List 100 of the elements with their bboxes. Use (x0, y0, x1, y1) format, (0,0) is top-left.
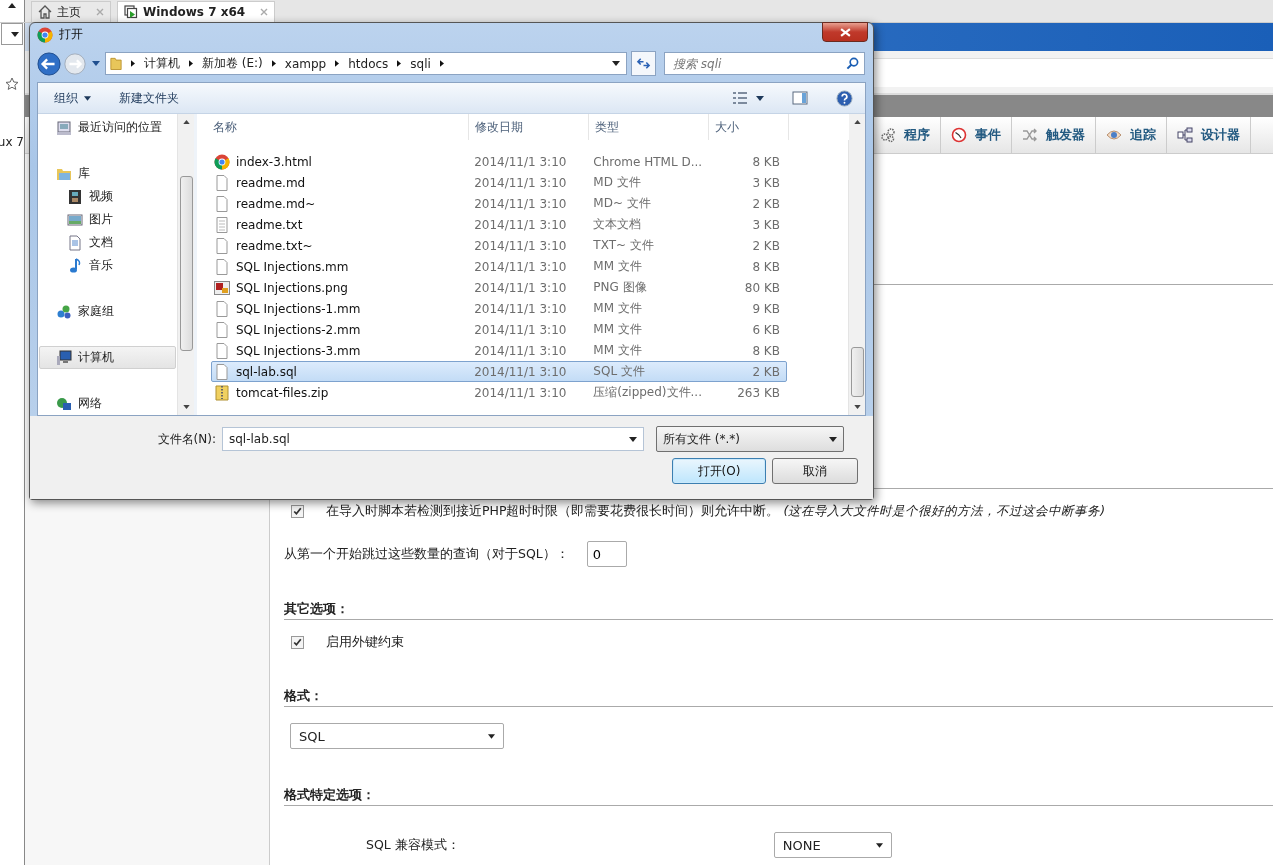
scrollbar[interactable] (848, 114, 865, 416)
chevron-icon[interactable] (131, 60, 135, 68)
file-row[interactable]: SQL Injections-2.mm 2014/11/1 3:10 MM 文件 6 KB (211, 319, 787, 341)
file-row[interactable]: sql-lab.sql 2014/11/1 3:10 SQL 文件 2 KB (211, 361, 787, 383)
nav-item[interactable]: 最近访问的位置 (39, 116, 176, 140)
dialog-title: 打开 (59, 26, 83, 44)
close-button[interactable] (822, 22, 868, 42)
vm-icon (124, 5, 138, 19)
filename-field[interactable]: sql-lab.sql (222, 427, 644, 452)
folder-icon (110, 56, 122, 72)
nav-tab[interactable]: 设计器 (1167, 117, 1251, 153)
help-icon[interactable] (836, 89, 853, 107)
homegroup-icon (56, 303, 72, 320)
organize-button[interactable]: 组织 (54, 89, 91, 107)
filename-label: 文件名(N): (156, 430, 217, 448)
search-icon (846, 57, 859, 71)
compat-select[interactable]: NONE (773, 832, 892, 858)
nav-tab[interactable]: 追踪 (1096, 117, 1167, 153)
dropdown[interactable] (1, 23, 23, 45)
nav-tab[interactable]: 触发器 (1012, 117, 1096, 153)
scroll-up-icon[interactable] (853, 120, 861, 125)
section-heading: 格式特定选项： (284, 786, 376, 804)
caret-icon (629, 436, 637, 442)
new-folder-button[interactable]: 新建文件夹 (119, 89, 179, 107)
scroll-down-icon[interactable] (182, 405, 190, 410)
nav-item[interactable]: 文档 (39, 231, 176, 255)
file-row[interactable]: readme.md 2014/11/1 3:10 MD 文件 3 KB (211, 172, 787, 194)
zip-file-icon (214, 384, 230, 401)
column-header[interactable]: 名称 (197, 114, 469, 141)
file-row[interactable]: readme.txt 2014/11/1 3:10 文本文档 3 KB (211, 214, 787, 236)
refresh-button[interactable] (631, 51, 656, 77)
file-row[interactable]: readme.md~ 2014/11/1 3:10 MD~ 文件 2 KB (211, 193, 787, 215)
recent-places-icon (56, 119, 72, 136)
chevron-icon[interactable] (335, 60, 340, 68)
picture-icon (67, 211, 83, 228)
chevron-icon[interactable] (439, 60, 444, 68)
gears-icon (880, 127, 896, 143)
caret-icon (488, 733, 495, 739)
chevron-icon[interactable] (189, 60, 193, 68)
caret-icon (84, 95, 91, 101)
caret-icon[interactable] (8, 3, 16, 8)
view-list-icon[interactable] (732, 91, 748, 106)
file-icon (214, 237, 230, 254)
document-icon (67, 234, 83, 251)
file-icon (214, 342, 230, 359)
chrome-icon (37, 26, 53, 43)
nav-item[interactable]: 家庭组 (39, 300, 176, 324)
close-icon (839, 27, 851, 37)
browser-tab[interactable]: Windows 7 x64 (117, 1, 276, 22)
number-field[interactable]: 0 (586, 541, 627, 567)
file-row[interactable]: SQL Injections.mm 2014/11/1 3:10 MM 文件 8 KB (211, 256, 787, 278)
scroll-up-icon[interactable] (182, 120, 190, 125)
scroll-down-icon[interactable] (853, 405, 861, 410)
column-header[interactable]: 修改日期 (469, 114, 589, 141)
scrollbar[interactable] (177, 114, 194, 416)
eye-icon (1106, 127, 1122, 143)
file-row[interactable]: readme.txt~ 2014/11/1 3:10 TXT~ 文件 2 KB (211, 235, 787, 257)
scroll-thumb[interactable] (850, 347, 864, 398)
back-button[interactable] (37, 51, 61, 76)
breadcrumb[interactable]: xampp (284, 56, 327, 71)
caret-icon (829, 436, 837, 442)
breadcrumb[interactable]: sqli (410, 56, 431, 71)
browser-tab[interactable]: 主页 (31, 1, 111, 22)
nav-tab[interactable]: 事件 (941, 117, 1012, 153)
open-button[interactable]: 打开(O) (672, 458, 766, 485)
chevron-icon[interactable] (271, 60, 276, 68)
clock-icon (951, 127, 967, 143)
file-row[interactable]: tomcat-files.zip 2014/11/1 3:10 压缩(zipped)文件... 263 KB (211, 382, 787, 404)
file-icon (214, 195, 230, 212)
nav-item[interactable]: 网络 (39, 392, 176, 416)
search-field[interactable]: 搜索 sqli (664, 52, 865, 76)
file-row[interactable]: SQL Injections-3.mm 2014/11/1 3:10 MM 文件 8 KB (211, 340, 787, 362)
option-label: 从第一个开始跳过这些数量的查询（对于SQL）： (284, 545, 569, 563)
preview-pane-icon[interactable] (792, 91, 808, 106)
column-header[interactable]: 大小 (709, 114, 789, 141)
file-row[interactable]: SQL Injections-1.mm 2014/11/1 3:10 MM 文件 9 KB (211, 298, 787, 320)
file-row[interactable]: SQL Injections.png 2014/11/1 3:10 PNG 图像 80 KB (211, 277, 787, 299)
address-bar[interactable]: 计算机 新加卷 (E:) xampp htdocs sqli (105, 52, 627, 76)
nav-item[interactable]: 计算机 (39, 346, 176, 370)
breadcrumb[interactable]: 计算机 (144, 55, 180, 73)
column-header[interactable]: 类型 (589, 114, 709, 141)
star-icon[interactable] (5, 77, 19, 91)
checkbox[interactable] (291, 635, 304, 649)
section-heading: 格式： (284, 687, 324, 705)
nav-item[interactable]: 音乐 (39, 254, 176, 278)
checkbox[interactable] (291, 504, 304, 518)
format-select[interactable]: SQL (290, 723, 504, 749)
nav-item[interactable]: 库 (39, 162, 176, 186)
caret-icon[interactable] (756, 95, 764, 101)
nav-item[interactable]: 视频 (39, 185, 176, 209)
file-row[interactable]: index-3.html 2014/11/1 3:10 Chrome HTML D... 8 KB (211, 151, 787, 173)
file-type-select[interactable]: 所有文件 (*.*) (656, 426, 844, 453)
scroll-thumb[interactable] (179, 176, 193, 352)
home-icon (38, 5, 52, 19)
chevron-icon[interactable] (397, 60, 402, 68)
cancel-button[interactable]: 取消 (772, 458, 858, 485)
nav-item[interactable]: 图片 (39, 208, 176, 232)
breadcrumb[interactable]: htdocs (348, 56, 389, 71)
breadcrumb[interactable]: 新加卷 (E:) (202, 55, 263, 73)
caret-icon[interactable] (612, 61, 620, 67)
